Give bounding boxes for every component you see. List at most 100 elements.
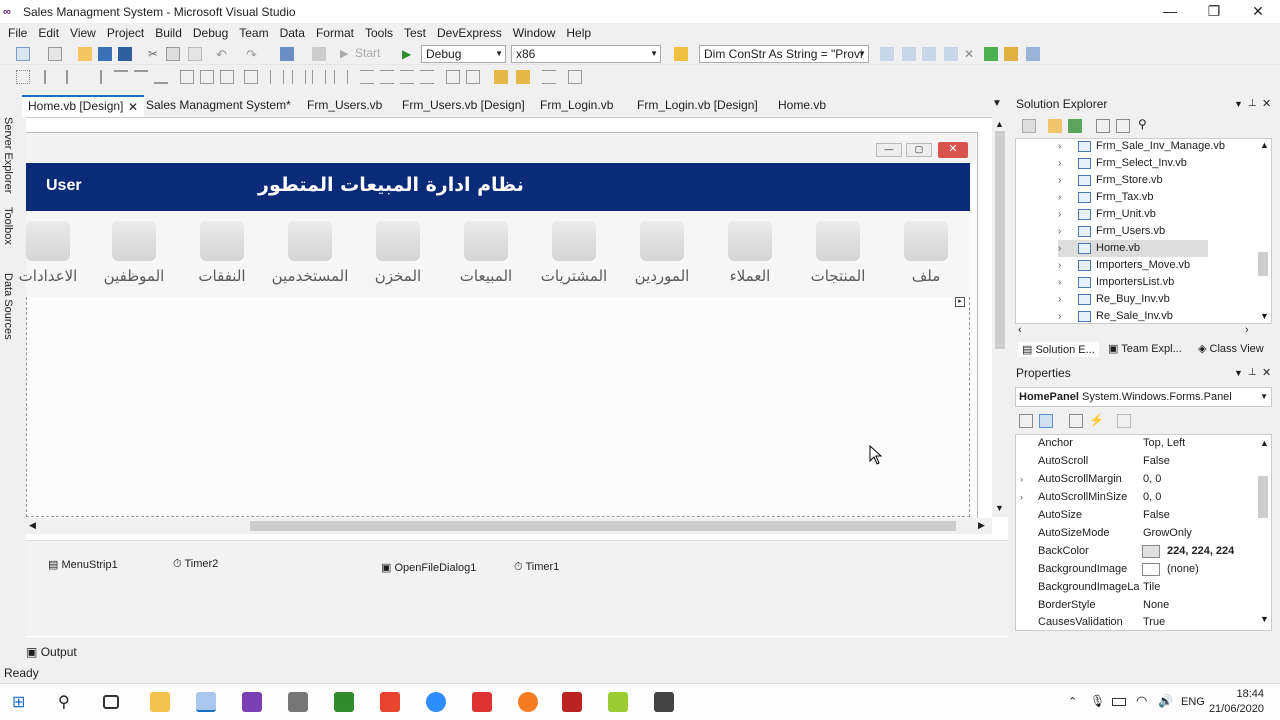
openfiledialog1-component[interactable]: ▣ OpenFileDialog1 bbox=[381, 561, 476, 574]
window-layout-icon[interactable] bbox=[880, 47, 894, 61]
navigate-back-icon[interactable] bbox=[280, 47, 294, 61]
scroll-up-icon[interactable]: ▲ bbox=[1260, 438, 1269, 448]
task-view-icon[interactable] bbox=[103, 695, 119, 709]
align-center-icon[interactable] bbox=[66, 70, 80, 84]
scroll-left-icon[interactable]: ‹ bbox=[1018, 324, 1022, 336]
find-in-files-icon[interactable] bbox=[674, 47, 688, 61]
dropdown-icon[interactable]: ▼ bbox=[1234, 95, 1243, 113]
property-row[interactable]: BackgroundImageLa Tile bbox=[1016, 578, 1258, 596]
save-all-icon[interactable] bbox=[118, 47, 132, 61]
tab-frm-users-design[interactable]: Frm_Users.vb [Design] bbox=[396, 95, 531, 117]
menu-products-item[interactable]: المنتجات bbox=[796, 219, 880, 291]
property-value[interactable]: 0, 0 bbox=[1143, 488, 1255, 506]
vertical-spacing-icon[interactable] bbox=[420, 70, 434, 84]
scroll-down-icon[interactable]: ▼ bbox=[1260, 614, 1269, 624]
property-row[interactable]: CausesValidation True bbox=[1016, 613, 1258, 631]
vertical-scrollbar[interactable]: ▲ ▼ bbox=[992, 117, 1008, 517]
smart-tag-icon[interactable]: ▸ bbox=[955, 297, 965, 307]
tree-item[interactable]: › ImportersList.vb bbox=[1058, 274, 1174, 291]
menu-team[interactable]: Team bbox=[233, 26, 273, 40]
lock-controls-icon[interactable] bbox=[568, 70, 582, 84]
property-row[interactable]: AutoSizeMode GrowOnly bbox=[1016, 524, 1258, 542]
property-value[interactable]: 0, 0 bbox=[1143, 470, 1255, 488]
object-selector[interactable]: HomePanel System.Windows.Forms.Panel ▼ bbox=[1015, 387, 1272, 407]
dropdown-icon[interactable]: ▼ bbox=[1234, 364, 1243, 382]
window-layout-icon[interactable] bbox=[902, 47, 916, 61]
property-value[interactable]: True bbox=[1143, 613, 1255, 631]
align-right-icon[interactable] bbox=[88, 70, 102, 84]
chevron-up-icon[interactable]: ⌃ bbox=[1068, 695, 1077, 708]
form-maximize-icon[interactable]: ▢ bbox=[906, 143, 932, 157]
horizontal-spacing-icon[interactable] bbox=[334, 70, 348, 84]
expand-icon[interactable]: › bbox=[1020, 470, 1023, 488]
property-value[interactable]: (none) bbox=[1167, 560, 1279, 578]
menu-customers-item[interactable]: العملاء bbox=[708, 219, 792, 291]
scroll-right-icon[interactable]: ▶ bbox=[978, 520, 985, 531]
zoom-icon[interactable] bbox=[426, 692, 446, 712]
property-value[interactable]: False bbox=[1143, 506, 1255, 524]
menu-users-item[interactable]: المستخدمين bbox=[268, 219, 352, 291]
tab-solution-explorer[interactable]: ▤ Solution E... bbox=[1018, 342, 1099, 357]
property-row[interactable]: BackgroundImage (none) bbox=[1016, 560, 1258, 578]
menu-file-item[interactable]: ملف bbox=[884, 219, 968, 291]
add-item-icon[interactable] bbox=[48, 47, 62, 61]
properties-icon[interactable] bbox=[1069, 414, 1083, 428]
app-icon[interactable] bbox=[654, 692, 674, 712]
property-row[interactable]: › AutoScrollMinSize 0, 0 bbox=[1016, 488, 1258, 506]
refresh-icon[interactable] bbox=[1068, 119, 1082, 133]
make-same-size-icon[interactable] bbox=[220, 70, 234, 84]
pin-icon[interactable]: ⊥ bbox=[1248, 95, 1257, 113]
menu-devexpress[interactable]: DevExpress bbox=[431, 26, 507, 40]
tab-sales-system[interactable]: Sales Managment System* bbox=[140, 95, 297, 117]
language-indicator[interactable]: ENG bbox=[1181, 696, 1205, 708]
scroll-thumb[interactable] bbox=[995, 131, 1005, 349]
find-combo[interactable]: Dim ConStr As String = "Provi ▼ bbox=[699, 45, 869, 63]
show-all-files-icon[interactable] bbox=[1048, 119, 1062, 133]
cut-icon[interactable]: ✂ bbox=[148, 47, 162, 61]
window-icon[interactable] bbox=[1026, 47, 1040, 61]
battery-icon[interactable] bbox=[1112, 698, 1126, 706]
horizontal-spacing-icon[interactable] bbox=[312, 70, 326, 84]
events-icon[interactable]: ⚡ bbox=[1089, 413, 1104, 427]
extension-icon[interactable] bbox=[1004, 47, 1018, 61]
menu-file[interactable]: File bbox=[2, 26, 32, 40]
center-vertically-icon[interactable] bbox=[466, 70, 480, 84]
scroll-thumb[interactable] bbox=[1258, 252, 1268, 276]
menu-view[interactable]: View bbox=[64, 26, 101, 40]
menu-purchases-item[interactable]: المشتريات bbox=[532, 219, 616, 291]
open-folder-icon[interactable] bbox=[78, 47, 92, 61]
menu-tools[interactable]: Tools bbox=[359, 26, 398, 40]
refresh-icon[interactable] bbox=[984, 47, 998, 61]
scroll-right-icon[interactable]: › bbox=[1245, 324, 1249, 336]
minimize-button[interactable]: — bbox=[1148, 0, 1192, 23]
alphabetical-icon[interactable] bbox=[1039, 414, 1053, 428]
categorized-icon[interactable] bbox=[1019, 414, 1033, 428]
save-icon[interactable] bbox=[98, 47, 112, 61]
menu-window[interactable]: Window bbox=[507, 26, 561, 40]
tab-frm-users[interactable]: Frm_Users.vb bbox=[301, 95, 388, 117]
scroll-up-icon[interactable]: ▲ bbox=[1260, 140, 1269, 150]
tab-frm-login[interactable]: Frm_Login.vb bbox=[534, 95, 619, 117]
vertical-spacing-icon[interactable] bbox=[360, 70, 374, 84]
firefox-icon[interactable] bbox=[518, 692, 538, 712]
property-row[interactable]: › AutoScrollMargin 0, 0 bbox=[1016, 470, 1258, 488]
tree-item[interactable]: › Frm_Users.vb bbox=[1058, 223, 1165, 240]
property-value[interactable]: False bbox=[1143, 452, 1255, 470]
expand-icon[interactable]: › bbox=[1020, 488, 1023, 506]
visual-studio-icon[interactable] bbox=[242, 692, 262, 712]
scroll-thumb[interactable] bbox=[250, 521, 956, 531]
server-explorer-tab[interactable]: Server Explorer bbox=[2, 117, 14, 193]
paste-icon[interactable] bbox=[188, 47, 202, 61]
tree-item[interactable]: › Re_Buy_Inv.vb bbox=[1058, 291, 1170, 308]
close-button[interactable]: ✕ bbox=[1236, 0, 1280, 23]
config-dropdown[interactable]: Debug ▼ bbox=[421, 45, 506, 63]
search-icon[interactable]: ⚲ bbox=[58, 692, 78, 712]
property-value[interactable]: Tile bbox=[1143, 578, 1255, 596]
close-icon[interactable]: ✕ bbox=[1262, 364, 1271, 382]
property-row[interactable]: Anchor Top, Left bbox=[1016, 434, 1258, 452]
home-panel[interactable]: ▸ bbox=[26, 297, 970, 517]
align-bottom-icon[interactable] bbox=[154, 70, 168, 84]
tree-item[interactable]: › Frm_Select_Inv.vb bbox=[1058, 155, 1187, 172]
scroll-down-icon[interactable]: ▼ bbox=[1260, 311, 1269, 321]
tab-team-explorer[interactable]: ▣ Team Expl... bbox=[1108, 342, 1182, 355]
